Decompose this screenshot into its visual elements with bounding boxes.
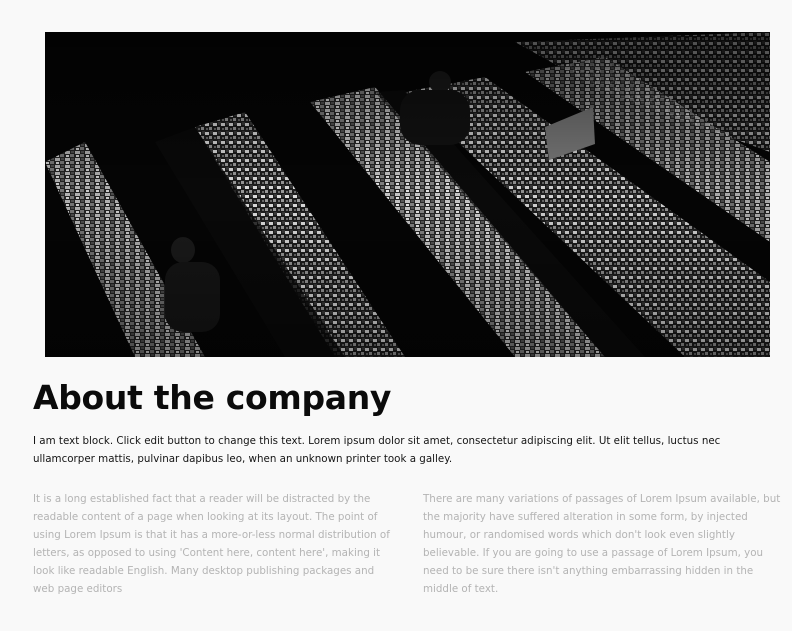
page-title: About the company xyxy=(33,378,392,417)
text-column-left: It is a long established fact that a rea… xyxy=(33,493,390,595)
intro-text: I am text block. Click edit button to ch… xyxy=(33,435,721,465)
bookstore-photo xyxy=(45,32,770,357)
text-column-right: There are many variations of passages of… xyxy=(423,493,781,595)
hero-image xyxy=(45,32,770,357)
